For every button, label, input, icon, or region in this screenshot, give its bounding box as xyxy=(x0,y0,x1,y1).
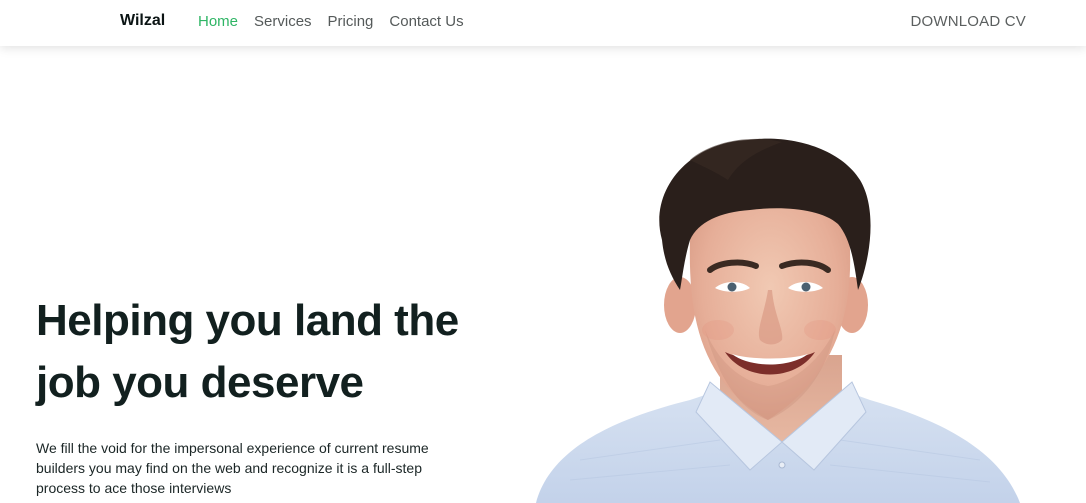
nav-menu: Home Services Pricing Contact Us xyxy=(198,13,464,31)
hero-title-line-2: job you deserve xyxy=(36,358,364,407)
nav-link-pricing[interactable]: Pricing xyxy=(328,13,374,30)
nav-link-services[interactable]: Services xyxy=(254,13,312,30)
brand-logo[interactable]: Wilzal xyxy=(120,12,165,30)
portrait-illustration xyxy=(536,138,1020,503)
hero-title-line-1: Helping you land the xyxy=(36,296,459,345)
top-navbar: Wilzal Home Services Pricing Contact Us … xyxy=(0,0,1086,46)
nav-link-home[interactable]: Home xyxy=(198,13,238,30)
shirt-button xyxy=(778,461,786,469)
hero-description: We fill the void for the impersonal expe… xyxy=(36,440,429,496)
nav-link-contact-us[interactable]: Contact Us xyxy=(389,13,463,30)
page: Wilzal Home Services Pricing Contact Us … xyxy=(0,0,1086,503)
download-cv-button[interactable]: DOWNLOAD CV xyxy=(910,13,1026,30)
hero-portrait-image xyxy=(520,120,1040,503)
hero-title: Helping you land the job you deserve xyxy=(36,290,506,414)
